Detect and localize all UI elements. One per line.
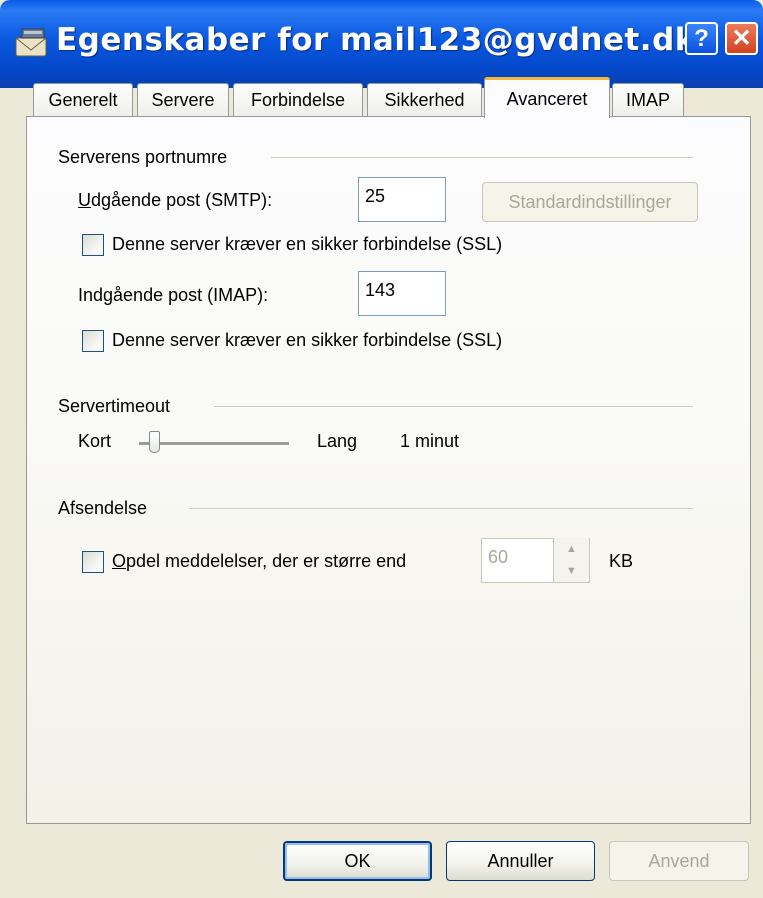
group-divider [271, 157, 693, 158]
group-label-sending: Afsendelse [58, 498, 148, 518]
tab-avanceret[interactable]: Avanceret [484, 77, 610, 118]
spin-up-icon[interactable]: ▲ [554, 538, 589, 560]
default-settings-button[interactable]: Standardindstillinger [482, 182, 698, 222]
help-button[interactable]: ? [685, 22, 718, 55]
advanced-tab-panel: Serverens portnumre Udgående post (SMTP)… [26, 116, 751, 824]
group-label-timeout: Servertimeout [58, 396, 171, 416]
split-messages-label: Opdel meddelelser, der er større end [112, 551, 407, 571]
smtp-ssl-label: Denne server kræver en sikker forbindels… [112, 234, 503, 254]
spin-down-icon[interactable]: ▼ [554, 560, 589, 582]
split-size-spinner[interactable]: ▲ ▼ [553, 538, 589, 583]
size-unit-label: KB [609, 551, 634, 571]
mail-account-icon [15, 28, 47, 57]
smtp-port-input[interactable]: 25 [358, 177, 446, 222]
tab-sikkerhed[interactable]: Sikkerhed [367, 83, 482, 116]
group-divider [214, 406, 693, 407]
group-divider [189, 508, 693, 509]
apply-button[interactable]: Anvend [609, 841, 749, 881]
properties-dialog: Egenskaber for mail123@gvdnet.dk ? ✕ Gen… [0, 0, 763, 898]
smtp-port-label: Udgående post (SMTP): [78, 190, 273, 210]
imap-port-label: Indgående post (IMAP): [78, 285, 269, 305]
tab-generelt[interactable]: Generelt [33, 83, 133, 116]
tab-imap[interactable]: IMAP [612, 83, 684, 116]
tab-forbindelse[interactable]: Forbindelse [233, 83, 363, 116]
window-title: Egenskaber for mail123@gvdnet.dk [56, 22, 696, 58]
timeout-slider-track[interactable] [139, 442, 289, 446]
cancel-button[interactable]: Annuller [446, 841, 595, 881]
imap-ssl-label: Denne server kræver en sikker forbindels… [112, 330, 503, 350]
help-icon: ? [694, 24, 709, 52]
slider-max-label: Lang [317, 431, 358, 451]
smtp-ssl-checkbox[interactable] [82, 234, 104, 256]
slider-min-label: Kort [78, 431, 112, 451]
imap-port-input[interactable]: 143 [358, 271, 446, 316]
title-bar[interactable]: Egenskaber for mail123@gvdnet.dk ? ✕ [0, 0, 763, 88]
timeout-slider-thumb[interactable] [149, 431, 160, 453]
imap-ssl-checkbox[interactable] [82, 330, 104, 352]
timeout-value: 1 minut [400, 431, 460, 451]
close-button[interactable]: ✕ [725, 22, 758, 55]
close-icon: ✕ [731, 25, 752, 52]
group-label-ports: Serverens portnumre [58, 147, 228, 167]
ok-button[interactable]: OK [283, 841, 432, 881]
split-messages-checkbox[interactable] [82, 551, 104, 573]
tab-servere[interactable]: Servere [137, 83, 229, 116]
